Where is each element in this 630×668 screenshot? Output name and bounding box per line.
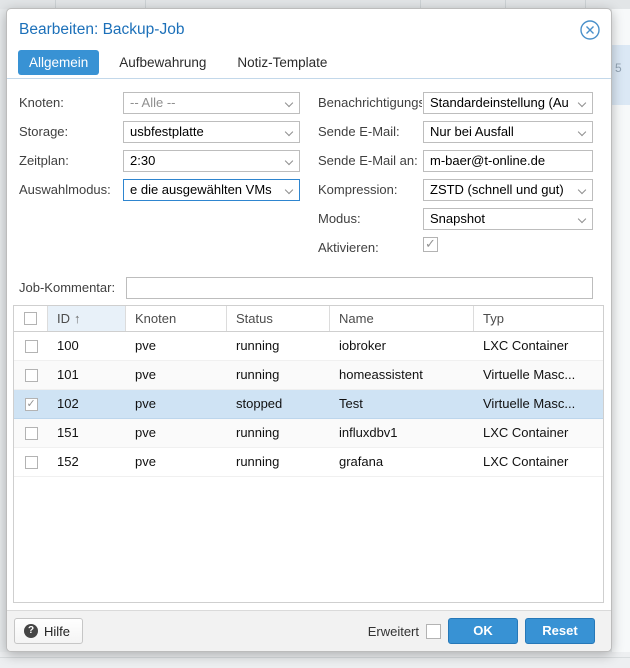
row-checkbox[interactable] xyxy=(24,368,38,382)
cell-knoten[interactable]: pve xyxy=(126,448,227,476)
select-all-checkbox-cell[interactable] xyxy=(14,306,48,331)
background-table-edge: 5 xyxy=(612,9,630,652)
cell-id[interactable]: 101 xyxy=(48,361,126,389)
column-header-name[interactable]: Name xyxy=(330,306,474,331)
cell-knoten[interactable]: pve xyxy=(126,332,227,360)
table-row[interactable]: 151 pve running influxdbv1 LXC Container xyxy=(14,419,603,448)
cell-name[interactable]: Test xyxy=(330,390,474,418)
auswahlmodus-select[interactable]: e die ausgewählten VMs xyxy=(123,179,300,201)
table-row[interactable]: 152 pve running grafana LXC Container xyxy=(14,448,603,477)
row-checkbox[interactable] xyxy=(24,455,38,469)
kompression-label: Kompression: xyxy=(318,182,398,197)
cell-status[interactable]: running xyxy=(227,419,330,447)
cell-status[interactable]: stopped xyxy=(227,390,330,418)
vm-selection-table: ID ↑ Knoten Status Name Typ 100 pve running… xyxy=(13,305,604,603)
cell-typ[interactable]: LXC Container xyxy=(474,332,603,360)
table-row[interactable]: 100 pve running iobroker LXC Container xyxy=(14,332,603,361)
sende-email-select[interactable]: Nur bei Ausfall xyxy=(423,121,593,143)
table-row[interactable]: 101 pve running homeassistent Virtuelle Masc… xyxy=(14,361,603,390)
zeitplan-combo[interactable]: 2:30 xyxy=(123,150,300,172)
row-checkbox-cell[interactable] xyxy=(14,332,48,360)
chevron-down-icon xyxy=(577,185,587,195)
zeitplan-label: Zeitplan: xyxy=(19,153,69,168)
auswahlmodus-label: Auswahlmodus: xyxy=(19,182,111,197)
storage-label: Storage: xyxy=(19,124,69,139)
tab-aufbewahrung[interactable]: Aufbewahrung xyxy=(108,50,217,75)
cell-typ[interactable]: LXC Container xyxy=(474,419,603,447)
tab-notiz-template[interactable]: Notiz-Template xyxy=(226,50,338,75)
cell-status[interactable]: running xyxy=(227,361,330,389)
cell-knoten[interactable]: pve xyxy=(126,419,227,447)
table-header-row: ID ↑ Knoten Status Name Typ xyxy=(14,306,603,332)
sende-email-an-label: Sende E-Mail an: xyxy=(318,153,418,168)
row-checkbox-cell[interactable] xyxy=(14,390,48,418)
knoten-select[interactable]: -- Alle -- xyxy=(123,92,300,114)
cell-id[interactable]: 151 xyxy=(48,419,126,447)
edit-backup-job-dialog: Bearbeiten: Backup-Job Allgemein Aufbewa… xyxy=(6,8,612,652)
job-kommentar-input[interactable] xyxy=(126,277,593,299)
tab-bar: Allgemein Aufbewahrung Notiz-Template xyxy=(18,50,338,75)
chevron-down-icon xyxy=(284,185,294,195)
column-header-knoten[interactable]: Knoten xyxy=(126,306,227,331)
cell-id[interactable]: 102 xyxy=(48,390,126,418)
dialog-footer: Hilfe Erweitert OK Reset xyxy=(7,610,611,651)
tab-allgemein[interactable]: Allgemein xyxy=(18,50,100,75)
benachrichtigungsmodus-select[interactable]: Standardeinstellung (Au xyxy=(423,92,593,114)
sende-email-an-input[interactable]: m-baer@t-online.de xyxy=(423,150,593,172)
cell-name[interactable]: iobroker xyxy=(330,332,474,360)
row-checkbox[interactable] xyxy=(24,339,38,353)
erweitert-checkbox[interactable] xyxy=(426,623,441,639)
vm-table-body: 100 pve running iobroker LXC Container 101 pve… xyxy=(14,332,603,477)
cell-name[interactable]: homeassistent xyxy=(330,361,474,389)
chevron-down-icon xyxy=(284,127,294,137)
cell-name[interactable]: grafana xyxy=(330,448,474,476)
close-icon[interactable] xyxy=(579,19,601,41)
chevron-down-icon xyxy=(577,98,587,108)
row-checkbox-cell[interactable] xyxy=(14,419,48,447)
table-row[interactable]: 102pvestoppedTestVirtuelle Masc... xyxy=(14,390,603,419)
job-kommentar-label: Job-Kommentar: xyxy=(19,280,116,295)
column-header-typ[interactable]: Typ xyxy=(474,306,603,331)
chevron-down-icon xyxy=(284,156,294,166)
cell-status[interactable]: running xyxy=(227,332,330,360)
column-header-id[interactable]: ID ↑ xyxy=(48,306,126,331)
cell-id[interactable]: 152 xyxy=(48,448,126,476)
aktivieren-label: Aktivieren: xyxy=(318,240,379,255)
aktivieren-checkbox[interactable] xyxy=(423,236,438,252)
modus-select[interactable]: Snapshot xyxy=(423,208,593,230)
row-checkbox[interactable] xyxy=(24,426,38,440)
chevron-down-icon xyxy=(577,214,587,224)
cell-status[interactable]: running xyxy=(227,448,330,476)
cell-typ[interactable]: Virtuelle Masc... xyxy=(474,390,603,418)
ok-button[interactable]: OK xyxy=(448,618,518,644)
cell-name[interactable]: influxdbv1 xyxy=(330,419,474,447)
kompression-select[interactable]: ZSTD (schnell und gut) xyxy=(423,179,593,201)
chevron-down-icon xyxy=(284,98,294,108)
cell-knoten[interactable]: pve xyxy=(126,361,227,389)
question-circle-icon xyxy=(24,624,38,638)
modus-label: Modus: xyxy=(318,211,361,226)
sende-email-label: Sende E-Mail: xyxy=(318,124,400,139)
knoten-label: Knoten: xyxy=(19,95,64,110)
cell-knoten[interactable]: pve xyxy=(126,390,227,418)
cell-id[interactable]: 100 xyxy=(48,332,126,360)
cell-typ[interactable]: Virtuelle Masc... xyxy=(474,361,603,389)
erweitert-label: Erweitert xyxy=(367,623,419,639)
row-checkbox-cell[interactable] xyxy=(14,448,48,476)
cell-typ[interactable]: LXC Container xyxy=(474,448,603,476)
storage-select[interactable]: usbfestplatte xyxy=(123,121,300,143)
help-button[interactable]: Hilfe xyxy=(14,618,84,644)
select-all-checkbox[interactable] xyxy=(24,312,37,325)
row-checkbox-cell[interactable] xyxy=(14,361,48,389)
chevron-down-icon xyxy=(577,127,587,137)
dialog-title: Bearbeiten: Backup-Job xyxy=(19,21,185,38)
background-bottom-strip xyxy=(0,652,630,668)
background-selected-row-fragment: 5 xyxy=(612,45,630,105)
reset-button[interactable]: Reset xyxy=(525,618,595,644)
tab-separator xyxy=(7,78,611,79)
sort-asc-icon: ↑ xyxy=(74,311,81,326)
benachrichtigungsmodus-label: Benachrichtigungs xyxy=(318,95,422,110)
column-header-status[interactable]: Status xyxy=(227,306,330,331)
row-checkbox[interactable] xyxy=(24,397,38,411)
